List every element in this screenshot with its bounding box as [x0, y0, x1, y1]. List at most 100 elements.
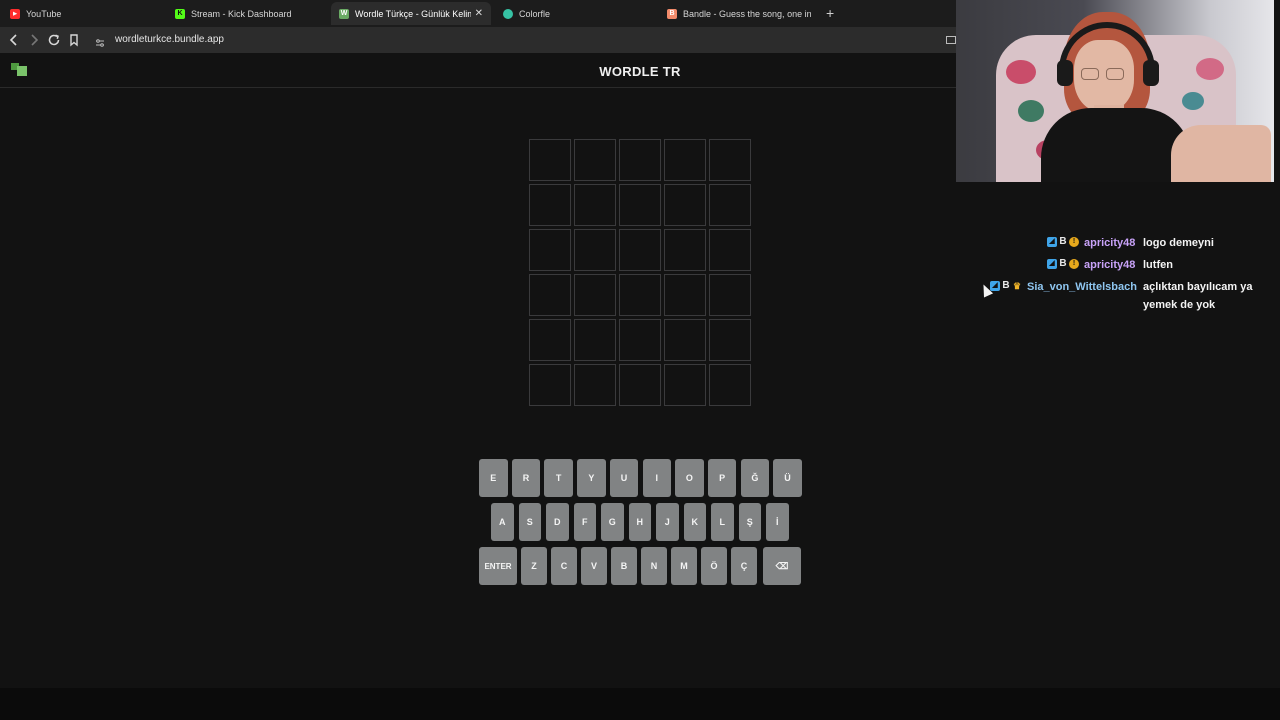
key-v[interactable]: V [581, 547, 607, 585]
letter-tile [619, 139, 661, 181]
tab-label: Stream - Kick Dashboard [191, 8, 292, 19]
letter-tile [709, 274, 751, 316]
kick-icon: K [175, 8, 185, 19]
key-ö[interactable]: Ö [701, 547, 727, 585]
chat-message-text-continued: yemek de yok [1143, 299, 1216, 311]
key-ü[interactable]: Ü [773, 459, 802, 497]
letter-tile [664, 319, 706, 361]
key-k[interactable]: K [683, 503, 706, 541]
letter-tile [529, 229, 571, 271]
key-t[interactable]: T [544, 459, 573, 497]
crown-badge-icon: ♛ [1012, 281, 1022, 291]
chat-username[interactable]: apricity48 [1084, 237, 1135, 249]
key-ğ[interactable]: Ğ [740, 459, 770, 497]
tab-strip: ▶ YouTube K Stream - Kick Dashboard W Wo… [0, 0, 956, 27]
key-l[interactable]: L [711, 503, 734, 541]
key-i̇[interactable]: İ [766, 503, 789, 541]
key-c[interactable]: C [551, 547, 577, 585]
letter-tile [664, 274, 706, 316]
tab-colorfle[interactable]: Colorfle [495, 2, 655, 25]
youtube-icon: ▶ [10, 8, 20, 19]
chat-username[interactable]: apricity48 [1084, 259, 1135, 271]
key-z[interactable]: Z [521, 547, 547, 585]
reload-icon[interactable] [46, 32, 62, 48]
letter-tile [709, 139, 751, 181]
tab-bandle[interactable]: B Bandle - Guess the song, one instrum [659, 2, 819, 25]
letter-tile [574, 319, 616, 361]
chat-message-text: logo demeyni [1143, 237, 1214, 249]
chat-message-text: lutfen [1143, 259, 1173, 271]
key-ş[interactable]: Ş [738, 503, 761, 541]
b-badge-icon: B [1002, 280, 1010, 291]
backspace-key-icon[interactable]: ⌫ [763, 547, 801, 585]
key-e[interactable]: E [479, 459, 508, 497]
letter-tile [709, 319, 751, 361]
site-info-icon[interactable] [95, 35, 105, 47]
bottom-bar [0, 688, 1280, 720]
close-icon[interactable]: ✕ [475, 8, 483, 19]
tab-kick-dashboard[interactable]: K Stream - Kick Dashboard [167, 2, 327, 25]
key-s[interactable]: S [518, 503, 541, 541]
user-badges: ◢ B ♛ [990, 281, 1022, 291]
key-u[interactable]: U [609, 459, 639, 497]
subscriber-badge-icon: ◢ [1047, 237, 1057, 247]
letter-tile [574, 184, 616, 226]
tab-wordle[interactable]: W Wordle Türkçe - Günlük Kelime ( ✕ [331, 2, 491, 25]
user-badges: ◢ B ! [1047, 259, 1079, 269]
letter-tile [619, 184, 661, 226]
key-r[interactable]: R [511, 459, 541, 497]
forward-arrow-icon[interactable] [26, 32, 42, 48]
key-m[interactable]: M [671, 547, 697, 585]
tab-youtube[interactable]: ▶ YouTube [2, 2, 162, 25]
gold-badge-icon: ! [1069, 259, 1079, 269]
letter-tile [709, 364, 751, 406]
letter-tile [664, 229, 706, 271]
letter-tile [574, 139, 616, 181]
wordle-icon: W [339, 8, 349, 19]
key-b[interactable]: B [611, 547, 637, 585]
key-j[interactable]: J [656, 503, 679, 541]
key-ç[interactable]: Ç [731, 547, 757, 585]
b-badge-icon: B [1059, 236, 1067, 247]
key-h[interactable]: H [628, 503, 651, 541]
new-tab-button[interactable]: + [826, 5, 834, 21]
key-i[interactable]: I [642, 459, 671, 497]
tab-label: Bandle - Guess the song, one instrum [683, 8, 811, 19]
bookmark-icon[interactable] [66, 32, 82, 48]
letter-tile [664, 184, 706, 226]
letter-tile [619, 229, 661, 271]
letter-tile [709, 229, 751, 271]
letter-tile [664, 364, 706, 406]
chat-username[interactable]: Sia_von_Wittelsbach [1027, 281, 1137, 293]
letter-tile [619, 274, 661, 316]
key-a[interactable]: A [491, 503, 514, 541]
game-board [529, 139, 751, 408]
user-badges: ◢ B ! [1047, 237, 1079, 247]
letter-tile [574, 364, 616, 406]
key-g[interactable]: G [601, 503, 624, 541]
key-y[interactable]: Y [577, 459, 606, 497]
key-d[interactable]: D [546, 503, 569, 541]
tab-label: YouTube [26, 8, 62, 19]
letter-tile [619, 319, 661, 361]
screen: ▶ YouTube K Stream - Kick Dashboard W Wo… [0, 0, 1280, 720]
address-bar[interactable]: wordleturkce.bundle.app [115, 34, 224, 45]
subscriber-badge-icon: ◢ [1047, 259, 1057, 269]
back-arrow-icon[interactable] [6, 32, 22, 48]
key-f[interactable]: F [573, 503, 596, 541]
key-n[interactable]: N [641, 547, 667, 585]
enter-key[interactable]: ENTER [479, 547, 517, 585]
colorfle-icon [503, 8, 513, 19]
letter-tile [664, 139, 706, 181]
chat-message-text: açlıktan bayılıcam ya [1143, 281, 1253, 293]
sidebar-toggle-icon[interactable] [946, 36, 956, 44]
bandle-icon: B [667, 8, 677, 19]
b-badge-icon: B [1059, 258, 1067, 269]
key-o[interactable]: O [675, 459, 704, 497]
key-p[interactable]: P [707, 459, 737, 497]
tab-label: Wordle Türkçe - Günlük Kelime ( [355, 8, 471, 19]
letter-tile [619, 364, 661, 406]
letter-tile [574, 274, 616, 316]
webcam-overlay [956, 0, 1274, 182]
address-toolbar: wordleturkce.bundle.app [0, 27, 956, 53]
